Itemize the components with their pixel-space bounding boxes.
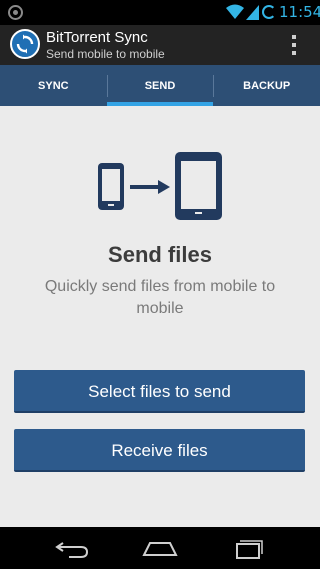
- status-bar: 11:54: [0, 0, 320, 25]
- overflow-menu-icon[interactable]: [284, 33, 304, 57]
- recent-apps-icon[interactable]: [228, 535, 268, 561]
- sync-status-icon: [262, 5, 276, 19]
- send-phone-to-tablet-illustration: [98, 152, 222, 220]
- wifi-icon: [226, 4, 244, 19]
- select-files-button[interactable]: Select files to send: [14, 370, 305, 413]
- send-panel: Send files Quickly send files from mobil…: [0, 106, 320, 527]
- bittorrent-sync-logo-icon[interactable]: [10, 29, 40, 59]
- navigation-bar: [0, 527, 320, 569]
- home-icon[interactable]: [140, 535, 180, 561]
- app-title: BitTorrent Sync: [46, 29, 148, 46]
- tab-sync[interactable]: SYNC: [0, 65, 107, 106]
- signal-icon: [246, 5, 259, 20]
- tab-send[interactable]: SEND: [106, 65, 214, 106]
- back-icon[interactable]: [53, 535, 93, 561]
- send-description: Quickly send files from mobile to mobile: [44, 278, 276, 317]
- send-heading: Send files: [108, 242, 212, 267]
- tab-bar: SYNC SEND BACKUP: [0, 65, 320, 106]
- notification-icon: [8, 5, 23, 20]
- tab-backup[interactable]: BACKUP: [213, 65, 320, 106]
- app-subtitle: Send mobile to mobile: [46, 47, 165, 61]
- clock: 11:54: [279, 3, 320, 21]
- action-bar: BitTorrent Sync Send mobile to mobile: [0, 25, 320, 65]
- receive-files-button[interactable]: Receive files: [14, 429, 305, 472]
